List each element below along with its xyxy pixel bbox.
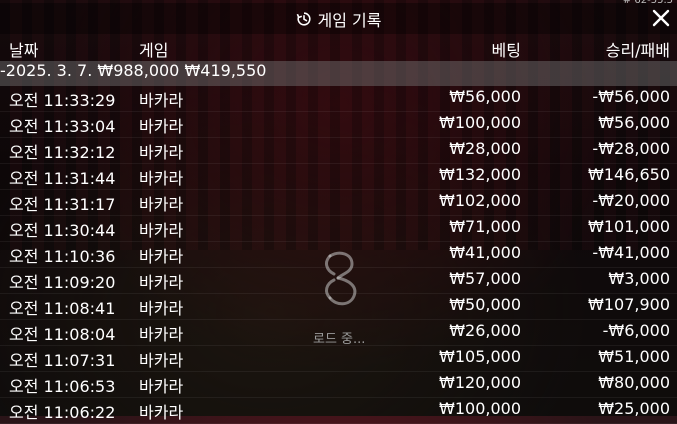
column-game: 게임 bbox=[139, 41, 169, 60]
row-game: 바카라 bbox=[139, 91, 184, 110]
row-bet: ₩132,000 bbox=[439, 165, 521, 184]
close-button[interactable] bbox=[649, 6, 673, 30]
page-title: 게임 기록 bbox=[317, 10, 382, 30]
table-row[interactable]: 오전 11:33:29 바카라 ₩56,000 -₩56,000 bbox=[0, 86, 677, 112]
close-icon[interactable] bbox=[652, 9, 670, 27]
row-win-loss: ₩146,650 bbox=[588, 165, 670, 184]
row-game: 바카라 bbox=[139, 247, 184, 266]
row-time: 오전 11:09:20 bbox=[9, 273, 116, 292]
row-bet: ₩102,000 bbox=[439, 191, 521, 210]
row-time: 오전 11:31:44 bbox=[9, 169, 116, 188]
row-time: 오전 11:32:12 bbox=[9, 143, 116, 162]
row-time: 오전 11:07:31 bbox=[9, 351, 116, 370]
table-row[interactable]: 오전 11:06:53 바카라 ₩120,000 ₩80,000 bbox=[0, 372, 677, 398]
row-win-loss: ₩25,000 bbox=[598, 399, 670, 418]
table-row[interactable]: 오전 11:32:12 바카라 ₩28,000 -₩28,000 bbox=[0, 138, 677, 164]
column-bet: 베팅 bbox=[491, 41, 521, 60]
summary-win-loss: ₩419,550 bbox=[184, 61, 267, 80]
row-bet: ₩57,000 bbox=[449, 269, 521, 288]
row-game: 바카라 bbox=[139, 195, 184, 214]
summary-date: -2025. 3. 7. bbox=[0, 61, 93, 80]
row-bet: ₩26,000 bbox=[449, 321, 521, 340]
row-time: 오전 11:30:44 bbox=[9, 221, 116, 240]
row-game: 바카라 bbox=[139, 403, 184, 422]
row-win-loss: -₩56,000 bbox=[592, 87, 670, 106]
row-win-loss: -₩41,000 bbox=[592, 243, 670, 262]
row-game: 바카라 bbox=[139, 299, 184, 318]
row-win-loss: ₩56,000 bbox=[598, 113, 670, 132]
row-time: 오전 11:08:04 bbox=[9, 325, 116, 344]
loading-text: 로드 중... bbox=[313, 332, 366, 347]
game-history-panel: 게임 기록 날짜 게임 베팅 승리/패배 -2025. 3. 7. ₩988,0… bbox=[0, 0, 677, 424]
row-win-loss: ₩51,000 bbox=[598, 347, 670, 366]
row-game: 바카라 bbox=[139, 351, 184, 370]
column-win-loss: 승리/패배 bbox=[605, 41, 670, 60]
row-bet: ₩105,000 bbox=[439, 347, 521, 366]
table-row[interactable]: 오전 11:31:17 바카라 ₩102,000 -₩20,000 bbox=[0, 190, 677, 216]
row-game: 바카라 bbox=[139, 273, 184, 292]
history-icon bbox=[296, 11, 312, 27]
row-game: 바카라 bbox=[139, 117, 184, 136]
row-win-loss: ₩3,000 bbox=[608, 269, 670, 288]
row-time: 오전 11:06:53 bbox=[9, 377, 116, 396]
row-game: 바카라 bbox=[139, 377, 184, 396]
row-bet: ₩28,000 bbox=[449, 139, 521, 158]
title-bar: 게임 기록 bbox=[0, 3, 677, 34]
row-win-loss: ₩80,000 bbox=[598, 373, 670, 392]
row-bet: ₩71,000 bbox=[449, 217, 521, 236]
row-time: 오전 11:33:04 bbox=[9, 117, 116, 136]
date-summary-row[interactable]: -2025. 3. 7. ₩988,000 ₩419,550 bbox=[0, 61, 677, 86]
row-time: 오전 11:31:17 bbox=[9, 195, 116, 214]
title-wrap: 게임 기록 bbox=[296, 7, 382, 31]
row-win-loss: -₩20,000 bbox=[592, 191, 670, 210]
row-win-loss: -₩28,000 bbox=[592, 139, 670, 158]
row-bet: ₩100,000 bbox=[439, 399, 521, 418]
row-bet: ₩100,000 bbox=[439, 113, 521, 132]
row-bet: ₩50,000 bbox=[449, 295, 521, 314]
row-bet: ₩120,000 bbox=[439, 373, 521, 392]
table-row[interactable]: 오전 11:30:44 바카라 ₩71,000 ₩101,000 bbox=[0, 216, 677, 242]
table-row[interactable]: 오전 11:06:22 바카라 ₩100,000 ₩25,000 bbox=[0, 398, 677, 424]
row-time: 오전 11:10:36 bbox=[9, 247, 116, 266]
row-win-loss: -₩6,000 bbox=[602, 321, 670, 340]
row-bet: ₩56,000 bbox=[449, 87, 521, 106]
loading-spinner-icon bbox=[318, 250, 368, 310]
row-time: 오전 11:08:41 bbox=[9, 299, 116, 318]
row-time: 오전 11:33:29 bbox=[9, 91, 116, 110]
column-date: 날짜 bbox=[9, 41, 39, 60]
table-header: 날짜 게임 베팅 승리/패배 bbox=[0, 34, 677, 60]
row-win-loss: ₩101,000 bbox=[588, 217, 670, 236]
row-game: 바카라 bbox=[139, 325, 184, 344]
table-row[interactable]: 오전 11:07:31 바카라 ₩105,000 ₩51,000 bbox=[0, 346, 677, 372]
row-game: 바카라 bbox=[139, 143, 184, 162]
row-game: 바카라 bbox=[139, 221, 184, 240]
row-win-loss: ₩107,900 bbox=[588, 295, 670, 314]
table-row[interactable]: 오전 11:31:44 바카라 ₩132,000 ₩146,650 bbox=[0, 164, 677, 190]
row-game: 바카라 bbox=[139, 169, 184, 188]
summary-bet: ₩988,000 bbox=[97, 61, 180, 80]
row-time: 오전 11:06:22 bbox=[9, 403, 116, 422]
row-bet: ₩41,000 bbox=[449, 243, 521, 262]
table-row[interactable]: 오전 11:33:04 바카라 ₩100,000 ₩56,000 bbox=[0, 112, 677, 138]
